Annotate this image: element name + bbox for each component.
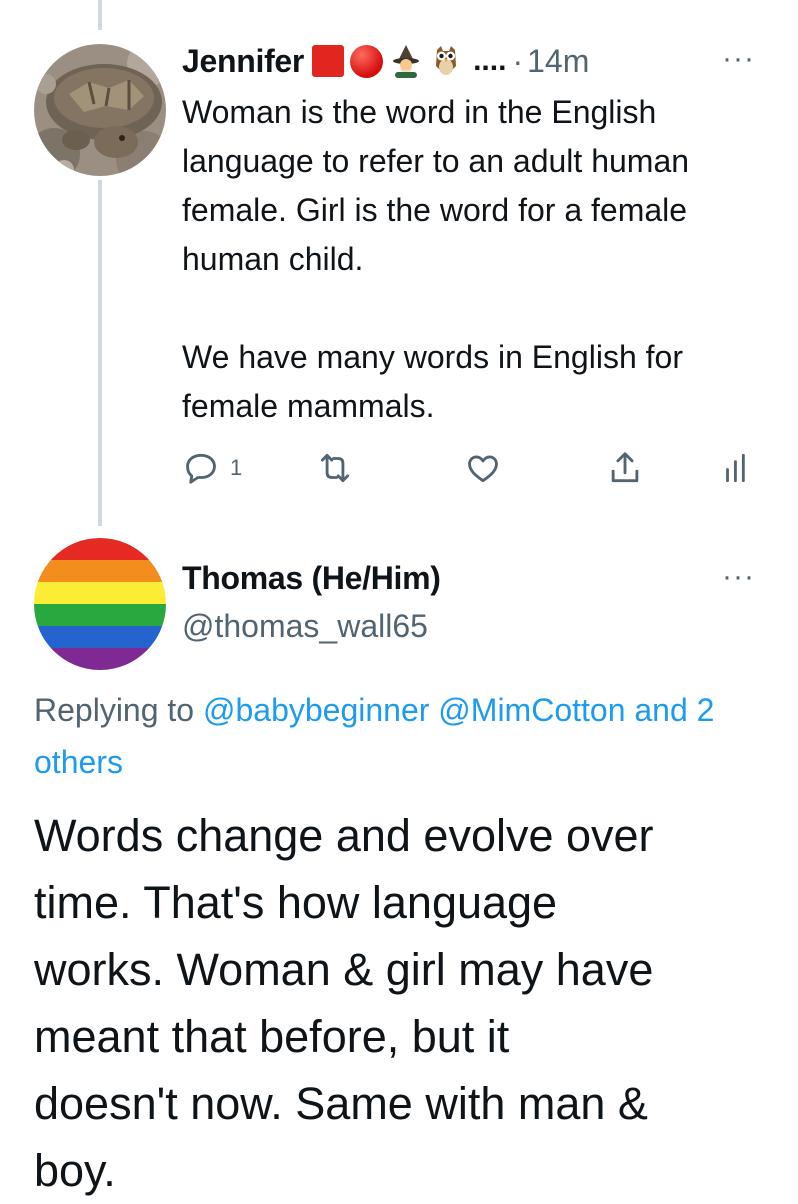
rainbow-stripe: [34, 538, 166, 561]
reply-icon: [186, 453, 216, 484]
reply-display-name[interactable]: Thomas (He/Him): [182, 560, 441, 597]
tortoise-photo: [34, 44, 166, 176]
timestamp[interactable]: 14m: [527, 43, 589, 80]
tweet-line: works. Woman & girl may have: [34, 944, 654, 995]
time-separator: ·: [512, 42, 524, 79]
rainbow-stripe: [34, 560, 166, 583]
avatar-jennifer[interactable]: [34, 44, 166, 176]
mage-emoji: [389, 44, 423, 78]
tweet-paragraph: We have many words in English for female…: [182, 339, 683, 424]
tweet-line: time. That's how language: [34, 877, 558, 928]
tweet-line: meant that before, but it: [34, 1011, 510, 1062]
rainbow-stripe: [34, 648, 166, 670]
red-square-emoji: [312, 45, 345, 77]
tweet-paragraph: Woman is the word in the English languag…: [182, 94, 690, 277]
tweet-line: doesn't now. Same with man &: [34, 1078, 648, 1129]
more-options-icon[interactable]: ···: [722, 42, 755, 76]
thread-line: [98, 180, 102, 526]
more-options-icon[interactable]: ···: [722, 560, 755, 594]
name-truncation: ....: [473, 44, 507, 77]
reply-count: 1: [230, 455, 243, 480]
mention-link[interactable]: @MimCotton: [438, 692, 625, 728]
heart-icon: [468, 455, 498, 483]
parent-tweet-header: Jennifer .... · 14m: [182, 36, 589, 86]
replying-to: Replying to @babybeginner @MimCotton and…: [34, 684, 774, 788]
like-button[interactable]: [464, 446, 502, 490]
avatar-thomas[interactable]: [34, 538, 166, 670]
mention-link[interactable]: @babybeginner: [203, 692, 429, 728]
display-name[interactable]: Jennifer: [182, 43, 304, 80]
rainbow-stripe: [34, 604, 166, 627]
parent-tweet-text: Woman is the word in the English languag…: [182, 88, 782, 431]
reply-tweet-text: Words change and evolve over time. That'…: [34, 802, 784, 1204]
owl-emoji: [429, 44, 463, 78]
retweet-icon: [320, 453, 350, 483]
reply-button[interactable]: 1: [182, 446, 242, 490]
tweet-line: boy.: [34, 1145, 116, 1196]
rainbow-flag-avatar: [34, 538, 166, 670]
analytics-button[interactable]: [718, 446, 756, 490]
share-icon: [611, 452, 639, 483]
rainbow-stripe: [34, 626, 166, 649]
tweet-line: Words change and evolve over: [34, 810, 654, 861]
retweet-button[interactable]: [316, 446, 354, 490]
replying-prefix: Replying to: [34, 692, 195, 728]
red-circle-emoji: [350, 44, 384, 78]
rainbow-stripe: [34, 582, 166, 605]
thread-line-top: [98, 0, 102, 30]
analytics-icon: [726, 453, 745, 483]
action-bar: 1: [182, 446, 762, 490]
share-button[interactable]: [606, 446, 644, 490]
reply-handle[interactable]: @thomas_wall65: [182, 608, 428, 645]
